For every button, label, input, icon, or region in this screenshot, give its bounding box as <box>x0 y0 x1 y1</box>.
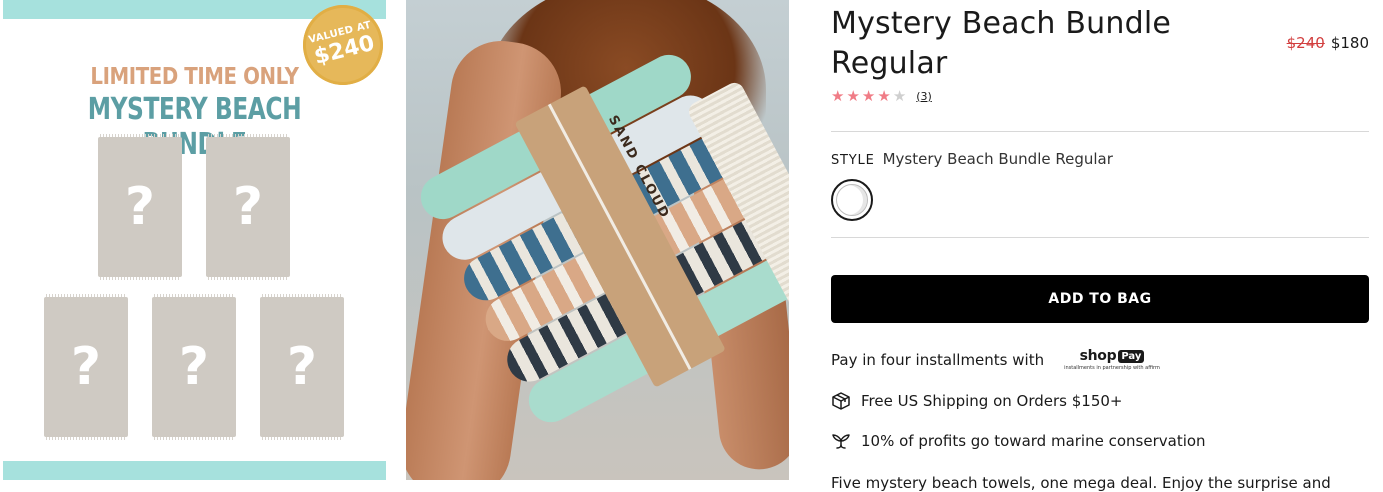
divider <box>831 131 1369 132</box>
product-photo[interactable]: SAND CLOUD <box>406 0 789 480</box>
promo-headline-1: LIMITED TIME ONLY <box>90 64 299 90</box>
add-to-bag-button[interactable]: ADD TO BAG <box>831 275 1369 323</box>
star-icon: ★ <box>877 87 891 105</box>
product-info: Mystery Beach Bundle Regular $240 $180 ★ … <box>831 0 1369 492</box>
shipping-feature: Free US Shipping on Orders $150+ <box>831 391 1122 411</box>
mystery-towel-4: ? <box>152 294 236 440</box>
installments-text: Pay in four installments with <box>831 350 1045 369</box>
mystery-towel-5: ? <box>260 294 344 440</box>
mystery-towel-1: ? <box>98 134 182 280</box>
sale-price: $180 <box>1330 34 1369 52</box>
shop-pay-pay: Pay <box>1118 349 1145 363</box>
original-price: $240 <box>1286 34 1325 52</box>
divider <box>831 237 1369 238</box>
mystery-towel-3: ? <box>44 294 128 440</box>
whale-tail-icon <box>831 431 851 451</box>
shop-pay-badge[interactable]: shop Pay installments in partnership with… <box>1064 348 1160 371</box>
style-value: Mystery Beach Bundle Regular <box>882 150 1113 168</box>
style-row: STYLE Mystery Beach Bundle Regular <box>831 150 1113 168</box>
star-icon: ★ <box>831 87 845 105</box>
promo-headline-2: MYSTERY BEACH BUNDLE <box>87 92 302 162</box>
rating[interactable]: ★ ★ ★ ★ ★ (3) <box>831 88 932 104</box>
promo-bottom-band <box>3 461 386 480</box>
price: $240 $180 <box>1287 34 1369 52</box>
promo-image[interactable]: VALUED AT $240 LIMITED TIME ONLY MYSTERY… <box>3 0 386 480</box>
conservation-feature: 10% of profits go toward marine conserva… <box>831 431 1206 451</box>
star-icon: ★ <box>861 87 876 105</box>
star-icon: ★ <box>846 87 860 105</box>
mystery-towel-2: ? <box>206 134 290 280</box>
style-swatch[interactable] <box>831 179 873 221</box>
installments-row: Pay in four installments with shop Pay in… <box>831 348 1160 371</box>
shop-pay-sub: installments in partnership with affirm <box>1064 365 1160 371</box>
swatch-inner <box>836 184 868 216</box>
product-description: Five mystery beach towels, one mega deal… <box>831 474 1331 492</box>
shop-pay-shop: shop <box>1079 348 1117 364</box>
style-label: STYLE <box>831 153 875 168</box>
star-empty-icon: ★ <box>892 87 907 105</box>
box-icon <box>831 391 851 411</box>
shop-pay-logo: shop Pay <box>1080 348 1145 364</box>
review-count-link[interactable]: (3) <box>916 90 932 103</box>
conservation-text: 10% of profits go toward marine conserva… <box>861 432 1206 450</box>
product-title: Mystery Beach Bundle Regular <box>831 6 1172 81</box>
shipping-text: Free US Shipping on Orders $150+ <box>861 392 1123 410</box>
